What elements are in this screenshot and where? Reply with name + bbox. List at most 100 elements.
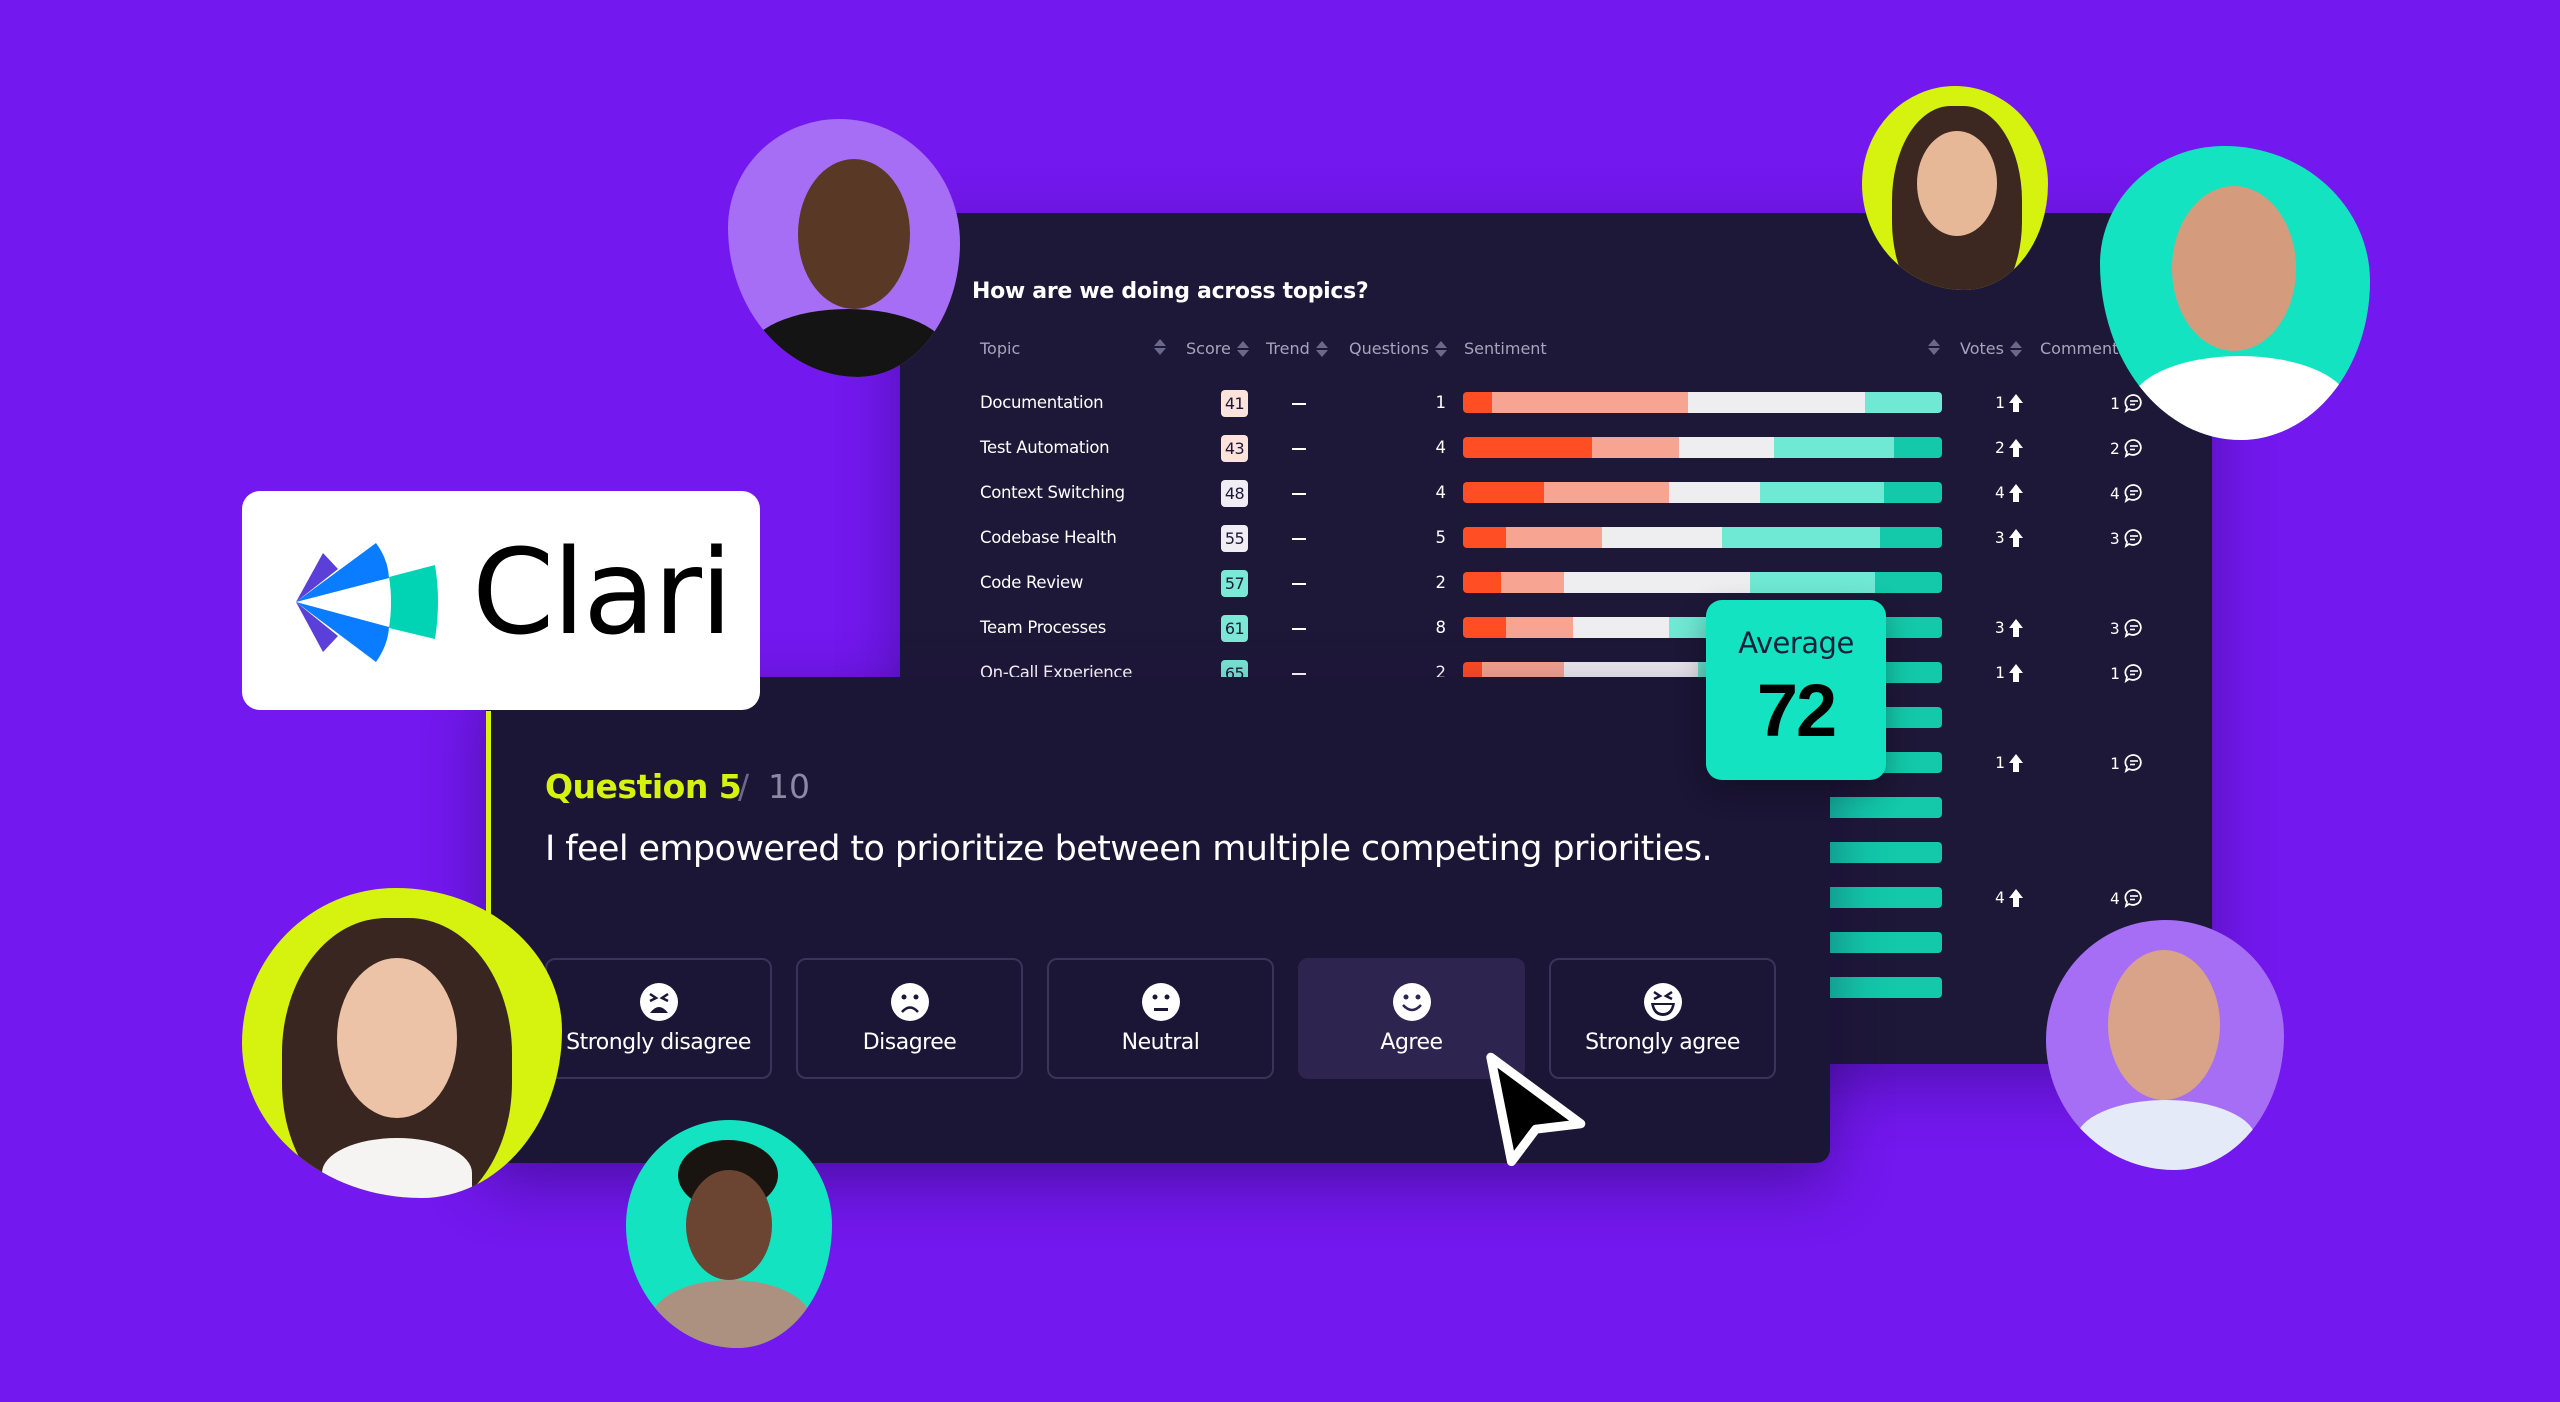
sentiment-segment-negative	[1544, 482, 1669, 503]
comments-count[interactable]: 3	[2110, 528, 2144, 548]
table-row[interactable]: Context Switching 48 4 4 4	[900, 475, 2212, 515]
trend-dash-icon	[1292, 673, 1306, 675]
sort-topic-icon[interactable]	[1154, 339, 1166, 355]
trend-dash-icon	[1292, 403, 1306, 405]
column-header-label: Trend	[1266, 339, 1310, 358]
sentiment-segment-strongly-negative	[1463, 482, 1545, 503]
comments-value: 1	[2110, 663, 2120, 683]
comments-count[interactable]: 1	[2110, 753, 2144, 773]
votes-value: 4	[1995, 888, 2005, 907]
answer-option-label: Strongly agree	[1585, 1030, 1740, 1055]
neutral-face-icon	[1141, 983, 1180, 1021]
sort-questions-icon[interactable]	[1434, 340, 1447, 357]
column-header-sentiment[interactable]: Sentiment	[1464, 339, 1547, 358]
column-header-score[interactable]: Score	[1186, 339, 1249, 358]
answer-option-neutral[interactable]: Neutral	[1047, 958, 1274, 1079]
table-row[interactable]: Codebase Health 55 5 3 3	[900, 520, 2212, 560]
table-row[interactable]: Documentation 41 1 1 1	[900, 385, 2212, 425]
tired-face-icon	[639, 983, 678, 1021]
votes-count: 1	[1995, 393, 2023, 412]
smiling-face-icon	[1392, 983, 1431, 1021]
topic-name: Documentation	[980, 393, 1104, 412]
answer-option-strongly-disagree[interactable]: Strongly disagree	[545, 958, 772, 1079]
sentiment-segment-negative	[1506, 617, 1574, 638]
sort-trend-icon[interactable]	[1315, 340, 1328, 357]
sentiment-segment-positive	[1774, 437, 1895, 458]
sentiment-segment-positive	[1721, 527, 1880, 548]
comments-count[interactable]: 4	[2110, 888, 2144, 908]
trend-dash-icon	[1292, 538, 1306, 540]
question-count: 5	[1435, 528, 1447, 547]
score-badge: 61	[1221, 615, 1248, 642]
question-count: 1	[1435, 393, 1447, 412]
comment-bubble-icon	[2124, 529, 2142, 548]
score-badge: 57	[1221, 570, 1248, 597]
question-text: I feel empowered to prioritize between m…	[545, 829, 1713, 869]
comments-count[interactable]: 2	[2110, 438, 2144, 458]
column-header-label: Questions	[1349, 339, 1429, 358]
table-row[interactable]: Test Automation 43 4 2 2	[900, 430, 2212, 470]
upvote-arrow-icon	[2008, 528, 2023, 547]
sentiment-segment-strongly-negative	[1463, 437, 1593, 458]
comments-value: 3	[2110, 528, 2120, 548]
votes-value: 1	[1995, 663, 2005, 682]
topic-name: Codebase Health	[980, 528, 1117, 547]
sentiment-segment-strongly-negative	[1463, 527, 1507, 548]
column-header-label: Votes	[1960, 339, 2004, 358]
comments-count[interactable]: 3	[2110, 618, 2144, 638]
sentiment-segment-neutral	[1601, 527, 1722, 548]
question-count: 2	[1435, 573, 1447, 592]
votes-value: 3	[1995, 618, 2005, 637]
comments-count[interactable]: 1	[2110, 663, 2144, 683]
sentiment-segment-positive	[1750, 572, 1875, 593]
votes-count: 4	[1995, 483, 2023, 502]
comments-count[interactable]: 4	[2110, 483, 2144, 503]
avatar-man-purple-right	[2046, 920, 2284, 1170]
column-header-questions[interactable]: Questions	[1349, 339, 1447, 358]
frowning-face-icon	[890, 983, 929, 1021]
avatar-man-glasses-purple	[728, 119, 960, 377]
clari-logo-wordmark: Clari	[472, 523, 733, 661]
score-badge: 48	[1221, 480, 1248, 507]
average-label: Average	[1738, 626, 1854, 660]
topic-name: Context Switching	[980, 483, 1125, 502]
sentiment-bar	[1463, 482, 1942, 503]
upvote-arrow-icon	[2008, 393, 2023, 412]
votes-value: 1	[1995, 393, 2005, 412]
column-header-topic[interactable]: Topic	[980, 339, 1020, 358]
sentiment-segment-strongly-positive	[1884, 482, 1942, 503]
column-header-label: Sentiment	[1464, 339, 1547, 358]
question-total: 10	[768, 767, 810, 806]
votes-value: 4	[1995, 483, 2005, 502]
sentiment-bar	[1463, 572, 1942, 593]
average-value: 72	[1756, 669, 1837, 752]
answer-option-disagree[interactable]: Disagree	[796, 958, 1023, 1079]
comment-bubble-icon	[2124, 439, 2142, 458]
comment-bubble-icon	[2124, 754, 2142, 773]
comments-value: 4	[2110, 483, 2120, 503]
table-row[interactable]: Code Review 57 2	[900, 565, 2212, 605]
sort-votes-icon[interactable]	[2009, 340, 2022, 357]
upvote-arrow-icon	[2008, 753, 2023, 772]
votes-value: 2	[1995, 438, 2005, 457]
column-header-trend[interactable]: Trend	[1266, 339, 1328, 358]
sort-sentiment-icon[interactable]	[1928, 339, 1940, 355]
sentiment-segment-negative	[1501, 572, 1564, 593]
column-header-votes[interactable]: Votes	[1960, 339, 2022, 358]
question-count: 4	[1435, 483, 1447, 502]
sentiment-bar	[1463, 527, 1942, 548]
comments-value: 1	[2110, 393, 2120, 413]
votes-count: 3	[1995, 618, 2023, 637]
table-row[interactable]: Team Processes 61 8 3 3	[900, 610, 2212, 650]
sort-score-icon[interactable]	[1236, 340, 1249, 357]
comments-value: 3	[2110, 618, 2120, 638]
upvote-arrow-icon	[2008, 618, 2023, 637]
question-separator: /	[738, 767, 750, 806]
score-badge: 41	[1221, 390, 1248, 417]
comment-bubble-icon	[2124, 619, 2142, 638]
sentiment-segment-neutral	[1678, 437, 1775, 458]
comments-value: 4	[2110, 888, 2120, 908]
sentiment-segment-negative	[1592, 437, 1679, 458]
sentiment-segment-strongly-negative	[1463, 572, 1502, 593]
comment-bubble-icon	[2124, 484, 2142, 503]
